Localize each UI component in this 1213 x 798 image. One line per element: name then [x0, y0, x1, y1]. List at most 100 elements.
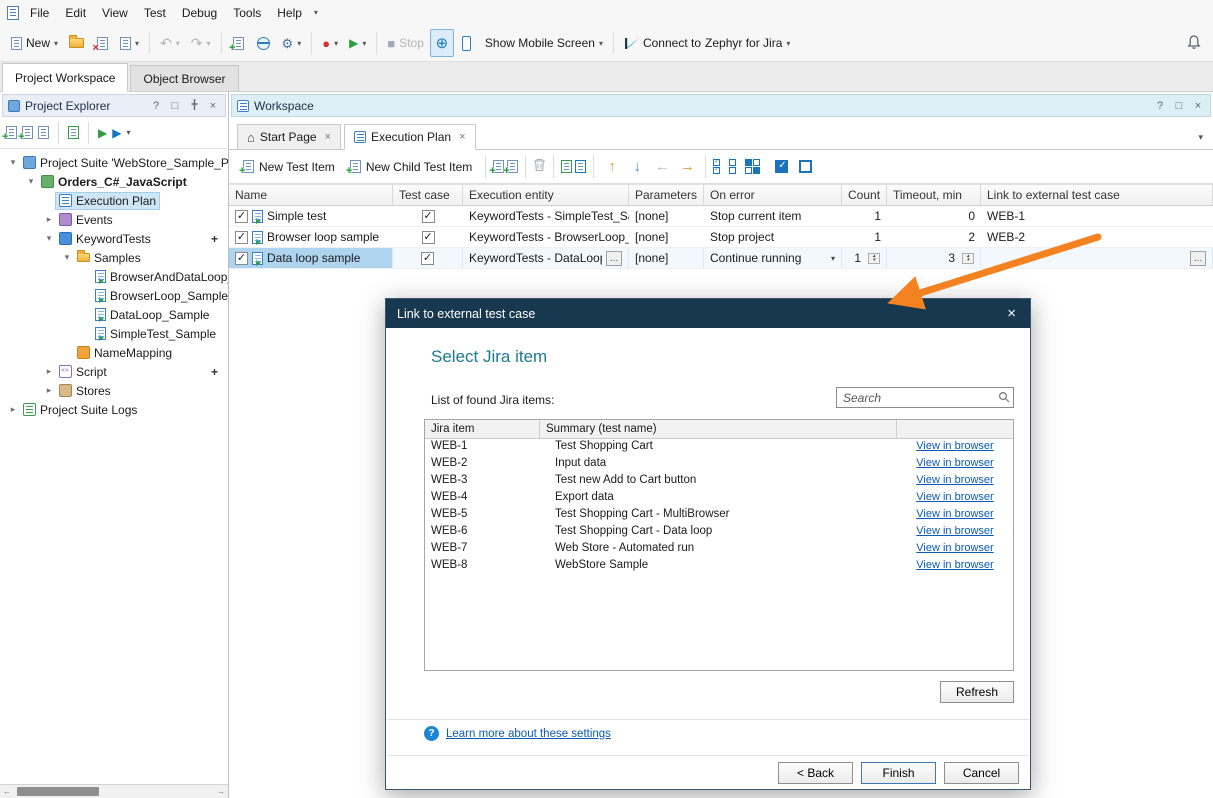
jira-item-row[interactable]: WEB-6 Test Shopping Cart - Data loop Vie… [425, 524, 1013, 541]
dialog-close-icon[interactable]: × [1004, 305, 1019, 322]
disable-all-items-icon[interactable] [729, 159, 736, 174]
column-header-jira-item[interactable]: Jira item [425, 420, 540, 438]
enable-all-items-icon[interactable]: ✓✓ [713, 159, 720, 174]
refresh-button[interactable]: Refresh [940, 681, 1014, 703]
browse-link-button[interactable]: … [1190, 251, 1206, 266]
view-in-browser-link[interactable]: View in browser [916, 491, 993, 503]
count-cell[interactable]: 1 [842, 227, 887, 247]
record-button[interactable]: ● ▾ [317, 29, 343, 57]
parameters-cell[interactable]: [none] [629, 206, 704, 226]
undo-button[interactable]: ↶ ▾ [155, 29, 185, 57]
redo-button[interactable]: ↷ ▾ [186, 29, 216, 57]
expander-icon[interactable]: ▸ [42, 366, 56, 377]
run-button[interactable]: ▶ ▾ [344, 29, 371, 57]
link-cell[interactable]: WEB-2 [981, 227, 1213, 247]
add-project-item-icon[interactable]: + [22, 126, 33, 139]
view-in-browser-link[interactable]: View in browser [916, 559, 993, 571]
notifications-button[interactable] [1181, 29, 1207, 57]
jira-item-row[interactable]: WEB-3 Test new Add to Cart button View i… [425, 473, 1013, 490]
menu-help[interactable]: Help [269, 2, 310, 24]
jira-item-row[interactable]: WEB-1 Test Shopping Cart View in browser [425, 439, 1013, 456]
view-in-browser-link[interactable]: View in browser [916, 542, 993, 554]
enabled-checkbox[interactable] [235, 210, 248, 223]
close-tab-icon[interactable]: × [459, 131, 465, 143]
column-header-timeout[interactable]: Timeout, min [887, 185, 981, 205]
view-in-browser-link[interactable]: View in browser [916, 508, 993, 520]
expander-icon[interactable]: ▸ [42, 214, 56, 225]
enable-selected-icon[interactable] [775, 160, 788, 173]
execution-entity-cell[interactable]: KeywordTests - DataLoop_...… [463, 248, 629, 268]
column-header-execution-entity[interactable]: Execution entity [463, 185, 629, 205]
execution-entity-cell[interactable]: KeywordTests - SimpleTest_Sa... [463, 206, 629, 226]
maximize-icon[interactable]: □ [1172, 100, 1186, 112]
count-stepper[interactable]: 1▴▾ [842, 248, 887, 268]
expander-icon[interactable]: ▾ [6, 157, 20, 168]
expander-icon[interactable]: ▸ [42, 385, 56, 396]
close-icon[interactable]: × [206, 100, 220, 112]
tab-list-caret-icon[interactable]: ▾ [1198, 132, 1213, 149]
help-icon[interactable]: ? [149, 100, 163, 112]
menu-edit[interactable]: Edit [57, 2, 94, 24]
save-all-button[interactable]: ▾ [115, 29, 144, 57]
outdent-icon[interactable]: ← [651, 158, 673, 175]
add-keyword-test-button[interactable]: + [211, 232, 228, 246]
tree-item-project-suite-logs[interactable]: ▸ Project Suite Logs [0, 400, 228, 419]
count-cell[interactable]: 1 [842, 206, 887, 226]
new-child-test-item-button[interactable]: + New Child Test Item [344, 157, 478, 177]
column-header-link[interactable]: Link to external test case [981, 185, 1213, 205]
indent-icon[interactable]: → [676, 158, 698, 175]
finish-button[interactable]: Finish [861, 762, 936, 784]
column-header-summary[interactable]: Summary (test name) [540, 420, 897, 438]
column-header-name[interactable]: Name [229, 185, 393, 205]
tree-item-execution-plan[interactable]: Execution Plan [0, 191, 228, 210]
dialog-title-bar[interactable]: Link to external test case × [386, 299, 1030, 328]
column-header-parameters[interactable]: Parameters [629, 185, 704, 205]
expander-icon[interactable]: ▾ [42, 233, 56, 244]
tree-item-stores[interactable]: ▸ Stores [0, 381, 228, 400]
tab-start-page[interactable]: ⌂ Start Page × [237, 124, 341, 149]
tree-item-script[interactable]: ▸ Script + [0, 362, 228, 381]
view-in-browser-link[interactable]: View in browser [916, 440, 993, 452]
caret-icon[interactable]: ▾ [126, 128, 130, 137]
add-item-button[interactable]: + [227, 29, 251, 57]
column-header-count[interactable]: Count [842, 185, 887, 205]
generate-report-icon[interactable] [575, 160, 586, 173]
close-tab-icon[interactable]: × [325, 131, 331, 143]
new-button[interactable]: New ▾ [6, 29, 63, 57]
disable-selected-icon[interactable] [799, 160, 812, 173]
tree-item-keywordtests[interactable]: ▾ KeywordTests + [0, 229, 228, 248]
tree-item-simpletest[interactable]: SimpleTest_Sample [0, 324, 228, 343]
test-case-checkbox[interactable] [422, 231, 435, 244]
run-suite-icon[interactable]: ▶ [112, 127, 121, 139]
connect-zephyr-button[interactable]: Connect to Zephyr for Jira ▾ [619, 29, 795, 57]
new-test-item-button[interactable]: + New Test Item [237, 157, 341, 177]
add-script-button[interactable]: + [211, 365, 228, 379]
test-item-row[interactable]: Browser loop sample KeywordTests - Brows… [229, 227, 1213, 248]
delete-test-item-icon[interactable] [533, 158, 546, 175]
stop-button[interactable]: ■ Stop [382, 29, 429, 57]
menu-view[interactable]: View [94, 2, 136, 24]
tab-execution-plan[interactable]: Execution Plan × [344, 124, 476, 150]
tree-item-project[interactable]: ▾ Orders_C#_JavaScript [0, 172, 228, 191]
parameters-cell[interactable]: [none] [629, 227, 704, 247]
import-icon[interactable] [68, 126, 79, 139]
test-item-row[interactable]: Simple test KeywordTests - SimpleTest_Sa… [229, 206, 1213, 227]
view-in-browser-link[interactable]: View in browser [916, 457, 993, 469]
pin-icon[interactable] [187, 99, 201, 113]
tree-item-namemapping[interactable]: NameMapping [0, 343, 228, 362]
run-project-icon[interactable]: ▶ [98, 127, 107, 139]
export-test-items-icon[interactable] [561, 160, 572, 173]
open-button[interactable] [64, 29, 89, 57]
parameters-cell[interactable]: [none] [629, 248, 704, 268]
enabled-checkbox[interactable] [235, 231, 248, 244]
link-cell[interactable]: WEB-1 [981, 206, 1213, 226]
expander-icon[interactable]: ▸ [6, 404, 20, 415]
column-header-test-case[interactable]: Test case [393, 185, 463, 205]
tree-item-samples[interactable]: ▾ Samples [0, 248, 228, 267]
web-testing-button[interactable] [252, 29, 276, 57]
copy-child-test-item-icon[interactable]: + [507, 160, 518, 173]
timeout-stepper[interactable]: 3▴▾ [887, 248, 981, 268]
expander-icon[interactable]: ▾ [24, 176, 38, 187]
execution-entity-cell[interactable]: KeywordTests - BrowserLoop_... [463, 227, 629, 247]
menu-test[interactable]: Test [136, 2, 174, 24]
